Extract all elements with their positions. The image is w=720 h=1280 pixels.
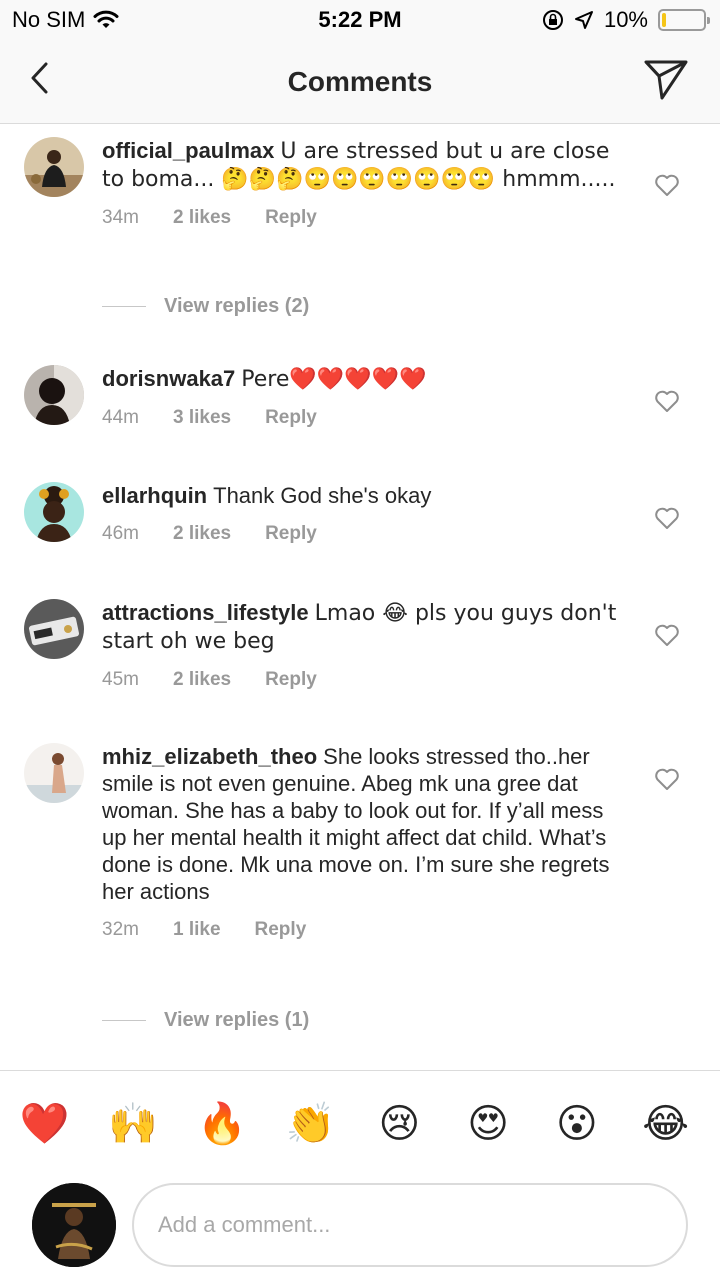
comment-meta: 44m 3 likes Reply [102, 407, 622, 429]
status-bar: No SIM 5:22 PM 10% [0, 0, 720, 40]
reaction-surprised[interactable]: 😮 [533, 1099, 622, 1149]
comment-text-block: attractions_lifestyle Lmao 😂 pls you guys… [102, 599, 622, 655]
quick-reactions-bar: ❤️ 🙌 🔥 👏 😢 😍 😮 😂 [0, 1099, 720, 1149]
avatar[interactable] [24, 743, 84, 803]
orientation-lock-icon [542, 10, 563, 30]
likes-count[interactable]: 3 likes [173, 407, 231, 429]
comment-meta: 34m 2 likes Reply [102, 207, 622, 229]
avatar[interactable] [24, 365, 84, 425]
reaction-heart-eyes[interactable]: 😍 [444, 1099, 533, 1149]
likes-count[interactable]: 2 likes [173, 523, 231, 545]
reaction-crying[interactable]: 😢 [355, 1099, 444, 1149]
comment-username[interactable]: ellarhquin [102, 483, 207, 508]
reaction-heart[interactable]: ❤️ [0, 1099, 89, 1149]
comment-text: Pere❤️❤️❤️❤️❤️ [241, 367, 427, 392]
view-replies-label: View replies (2) [164, 295, 310, 317]
avatar[interactable] [24, 137, 84, 197]
page-title: Comments [287, 66, 433, 97]
reply-button[interactable]: Reply [265, 407, 317, 429]
avatar[interactable] [24, 482, 84, 542]
comment-text-block: mhiz_elizabeth_theo She looks stressed th… [102, 743, 622, 905]
reaction-clap[interactable]: 👏 [266, 1099, 355, 1149]
add-comment-input[interactable] [132, 1183, 688, 1267]
comment-body: dorisnwaka7 Pere❤️❤️❤️❤️❤️ 44m 3 likes Re… [102, 365, 622, 429]
battery-icon [658, 9, 710, 31]
comment-body: mhiz_elizabeth_theo She looks stressed th… [102, 743, 622, 941]
comment-time: 34m [102, 207, 139, 228]
view-replies-line [102, 1020, 146, 1021]
view-replies-line [102, 306, 146, 307]
avatar[interactable] [24, 599, 84, 659]
reaction-laughing[interactable]: 😂 [621, 1099, 710, 1149]
likes-count[interactable]: 2 likes [173, 669, 231, 691]
current-user-avatar [32, 1183, 116, 1267]
view-replies-button[interactable]: View replies (1) [102, 1009, 309, 1032]
reaction-fire[interactable]: 🔥 [178, 1099, 267, 1149]
view-replies-label: View replies (1) [164, 1009, 310, 1031]
view-replies-button[interactable]: View replies (2) [102, 295, 309, 318]
direct-message-icon[interactable] [642, 56, 690, 102]
comment-text-block: ellarhquin Thank God she's okay [102, 482, 622, 509]
like-heart-icon[interactable] [654, 767, 680, 791]
comment-time: 46m [102, 523, 139, 544]
reply-button[interactable]: Reply [255, 919, 307, 941]
comment-text-block: dorisnwaka7 Pere❤️❤️❤️❤️❤️ [102, 365, 622, 393]
like-heart-icon[interactable] [654, 623, 680, 647]
comment-body: attractions_lifestyle Lmao 😂 pls you guys… [102, 599, 622, 691]
comment-time: 45m [102, 669, 139, 690]
comment-username[interactable]: official_paulmax [102, 138, 274, 163]
comment-body: ellarhquin Thank God she's okay 46m 2 lik… [102, 482, 622, 545]
comment-meta: 32m 1 like Reply [102, 919, 622, 941]
like-heart-icon[interactable] [654, 389, 680, 413]
like-heart-icon[interactable] [654, 173, 680, 197]
reply-button[interactable]: Reply [265, 669, 317, 691]
status-right: 10% [542, 7, 710, 33]
comment-username[interactable]: mhiz_elizabeth_theo [102, 744, 317, 769]
reply-button[interactable]: Reply [265, 523, 317, 545]
battery-percent: 10% [603, 7, 648, 32]
comment-username[interactable]: attractions_lifestyle [102, 600, 309, 625]
like-heart-icon[interactable] [654, 506, 680, 530]
comment-meta: 45m 2 likes Reply [102, 669, 622, 691]
comment-text: Thank God she's okay [213, 483, 432, 508]
comment-username[interactable]: dorisnwaka7 [102, 366, 235, 391]
comment-time: 44m [102, 407, 139, 428]
battery-level [662, 13, 666, 27]
reaction-raised-hands[interactable]: 🙌 [89, 1099, 178, 1149]
comment-text-block: official_paulmax U are stressed but u are… [102, 137, 622, 193]
comment-composer: ❤️ 🙌 🔥 👏 😢 😍 😮 😂 [0, 1070, 720, 1280]
comment-time: 32m [102, 919, 139, 940]
location-icon [574, 11, 593, 29]
comments-list[interactable]: official_paulmax U are stressed but u are… [0, 125, 720, 1070]
likes-count[interactable]: 1 like [173, 919, 221, 941]
comment-meta: 46m 2 likes Reply [102, 523, 622, 545]
likes-count[interactable]: 2 likes [173, 207, 231, 229]
reply-button[interactable]: Reply [265, 207, 317, 229]
comment-body: official_paulmax U are stressed but u are… [102, 137, 622, 229]
nav-bar: Comments [0, 40, 720, 124]
